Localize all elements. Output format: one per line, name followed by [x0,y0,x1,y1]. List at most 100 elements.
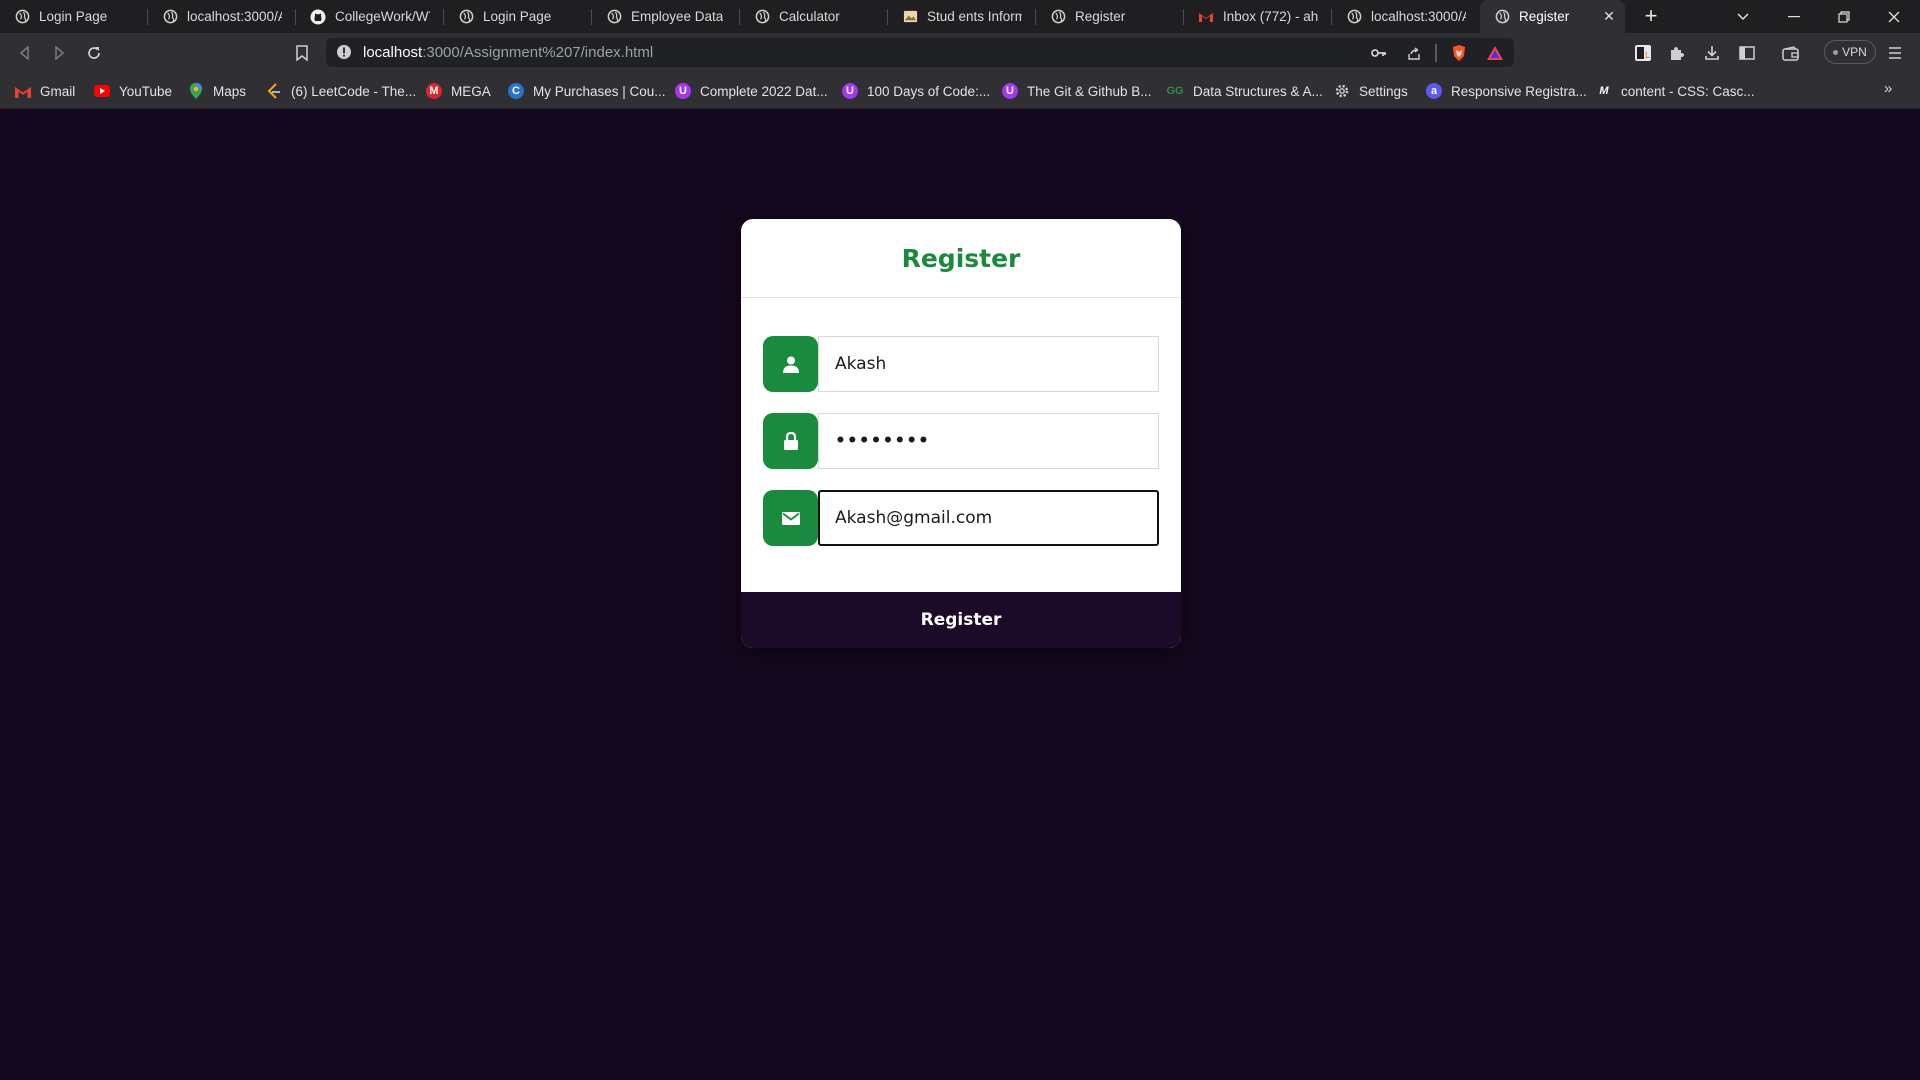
bookmark-settings[interactable]: Settings [1334,81,1408,101]
address-bar[interactable]: localhost:3000/Assignment%207/index.html [326,38,1514,67]
new-tab-button[interactable]: + [1638,4,1664,30]
globe-icon [14,9,30,25]
bookmark-label: YouTube [119,83,173,99]
tab-inbox[interactable]: Inbox (772) - aher [1184,0,1332,33]
close-window-button[interactable] [1871,0,1917,33]
tab-title: Employee Data [631,9,724,24]
bookmark-mega[interactable]: M MEGA [426,81,491,101]
bookmark-label: content - CSS: Casc... [1621,83,1755,99]
sidebar-toggle-icon[interactable] [1735,41,1759,65]
restore-window-button[interactable] [1821,0,1867,33]
menu-icon[interactable] [1883,41,1907,65]
gear-icon [1334,83,1350,99]
maps-icon [188,83,204,99]
card-header: Register [741,219,1181,298]
site-icon: a [1426,83,1442,99]
bookmark-label: Complete 2022 Dat... [700,83,828,99]
tab-title: localhost:3000/Ass [187,9,282,24]
udemy-icon: U [675,83,691,99]
bookmark-gmail[interactable]: Gmail [15,81,75,101]
tab-login-page-1[interactable]: Login Page [0,0,148,33]
forward-arrow-icon[interactable] [47,41,71,65]
bookmark-coursera[interactable]: C My Purchases | Cou... [508,81,666,101]
tab-localhost-2[interactable]: localhost:3000/Ass [1332,0,1480,33]
bookmark-label: MEGA [451,83,491,99]
tab-search-chevron-icon[interactable] [1720,0,1766,33]
bookmark-udemy-2[interactable]: U 100 Days of Code:... [842,81,990,101]
tab-title: CollegeWork/WT- [335,9,430,24]
username-row: Akash [763,336,1159,392]
bookmark-label: The Git & Github B... [1027,83,1152,99]
bookmark-leetcode[interactable]: (6) LeetCode - The... [266,81,416,101]
github-icon [310,9,326,25]
email-input[interactable]: Akash@gmail.com [818,490,1159,546]
bookmarks-bar: Gmail YouTube Maps (6) LeetCode - The...… [0,72,1920,109]
user-icon [763,336,818,392]
gmail-icon [1198,9,1214,25]
tab-employee-data[interactable]: Employee Data [592,0,740,33]
envelope-icon [763,490,818,546]
svg-text:L: L [1645,50,1650,60]
bookmark-label: 100 Days of Code:... [867,83,991,99]
tab-localhost-1[interactable]: localhost:3000/Ass [148,0,296,33]
more-bookmarks-chevron-icon[interactable]: » [1884,80,1892,97]
vpn-button[interactable]: VPN [1824,40,1876,64]
bookmark-label: Settings [1359,83,1408,99]
key-icon[interactable] [1370,44,1388,62]
tab-title: Calculator [779,9,840,24]
image-icon [902,9,918,25]
download-icon[interactable] [1700,41,1724,65]
bookmark-label: Responsive Registra... [1451,83,1587,99]
extensions-puzzle-icon[interactable] [1665,41,1689,65]
tab-calculator[interactable]: Calculator [740,0,888,33]
youtube-icon [94,83,110,99]
lock-icon [763,413,818,469]
tab-title: Inbox (772) - aher [1223,9,1318,24]
username-input[interactable]: Akash [818,336,1159,392]
omnibox-divider [1435,44,1437,62]
globe-icon [458,9,474,25]
bookmark-icon[interactable] [290,41,314,65]
bookmark-youtube[interactable]: YouTube [94,81,172,101]
browser-toolbar: localhost:3000/Assignment%207/index.html… [0,33,1920,72]
bookmark-maps[interactable]: Maps [188,81,246,101]
password-row: •••••••• [763,413,1159,469]
brave-rewards-icon[interactable] [1486,44,1504,62]
password-input[interactable]: •••••••• [818,413,1159,469]
minimize-window-button[interactable] [1771,0,1817,33]
bookmark-gfg[interactable]: GG Data Structures & A... [1166,81,1322,101]
page-content: Register Akash •••••••• Akash@gmail.com … [0,109,1920,1080]
tab-login-page-2[interactable]: Login Page [444,0,592,33]
tab-register-1[interactable]: Register [1036,0,1184,33]
bookmark-responsive-registration[interactable]: a Responsive Registra... [1426,81,1587,101]
url-host: localhost [363,44,423,61]
tab-students-info[interactable]: Stud ents Informat [888,0,1036,33]
reload-icon[interactable] [82,41,106,65]
vpn-label: VPN [1842,45,1867,59]
mega-icon: M [426,83,442,99]
close-tab-icon[interactable]: ✕ [1601,8,1617,24]
page-title: Register [901,243,1021,273]
globe-icon [1494,9,1510,25]
brave-shield-icon[interactable] [1450,44,1468,62]
bookmark-mdn[interactable]: M content - CSS: Casc... [1596,81,1755,101]
url-path: :3000/Assignment%207/index.html [422,44,654,61]
coursera-icon: C [508,83,524,99]
share-icon[interactable] [1405,44,1423,62]
extension-l-icon[interactable]: L [1631,41,1655,65]
register-button[interactable]: Register [741,592,1181,648]
tab-strip: Login Page localhost:3000/Ass CollegeWor… [0,0,1920,33]
wallet-icon[interactable] [1778,41,1802,65]
globe-icon [754,9,770,25]
tab-collegework[interactable]: CollegeWork/WT- [296,0,444,33]
back-arrow-icon[interactable] [13,41,37,65]
tab-register-active[interactable]: Register ✕ [1480,0,1625,33]
bookmark-label: My Purchases | Cou... [533,83,666,99]
tab-title: Login Page [483,9,552,24]
bookmark-label: (6) LeetCode - The... [291,83,417,99]
info-icon[interactable] [336,44,352,60]
gfg-icon: GG [1166,85,1184,97]
tab-title: Stud ents Informat [927,9,1022,24]
bookmark-udemy-3[interactable]: U The Git & Github B... [1002,81,1152,101]
bookmark-udemy-1[interactable]: U Complete 2022 Dat... [675,81,828,101]
